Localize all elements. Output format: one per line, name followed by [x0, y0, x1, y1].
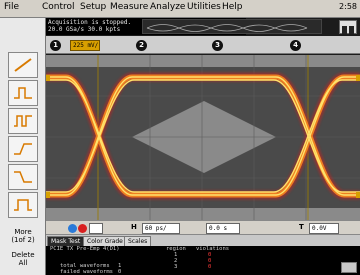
tab-scales[interactable]: Scales	[124, 236, 152, 246]
test-name: PCIE TX Pre-Emp 4(D1)	[50, 246, 120, 252]
timebase-field[interactable]: 60 ps/	[142, 223, 180, 234]
fall-time-icon	[14, 171, 32, 183]
mask-region-top	[46, 55, 360, 67]
period-icon	[14, 115, 32, 127]
rise-tool-button[interactable]	[8, 136, 38, 162]
tool-column: More (1of 2) Delete All	[0, 18, 46, 275]
more-label: More	[14, 228, 32, 236]
menu-analyze[interactable]: Analyze	[150, 2, 185, 12]
menu-setup[interactable]: Setup	[80, 2, 106, 12]
menu-file[interactable]: File	[4, 2, 19, 12]
failed-waveforms-label: failed waveforms	[60, 269, 113, 275]
tab-color-grade[interactable]: Color Grade	[83, 236, 127, 246]
acquire-indicator-red[interactable]	[78, 224, 87, 233]
clock-time: 2:58	[339, 2, 357, 11]
channel-1-button[interactable]: 1	[50, 40, 61, 51]
delete-label: Delete	[11, 251, 35, 259]
control-bar: H 60 ps/ 0.0 s T 0.0V	[46, 220, 360, 235]
status-line-2: 20.0 GSa/s 30.0 kpts	[48, 26, 121, 33]
delete-all-button[interactable]: Delete All	[6, 251, 40, 267]
expand-results-button[interactable]	[341, 262, 357, 273]
width-tool-button[interactable]	[8, 192, 38, 218]
marker-tool-button[interactable]	[8, 52, 38, 78]
pulse-tool-button[interactable]	[8, 80, 38, 106]
rise-time-icon	[14, 143, 32, 155]
channel-4-button[interactable]: 4	[290, 40, 301, 51]
pulse-icon	[14, 87, 32, 99]
pulse-width-icon	[14, 199, 32, 211]
menu-measure[interactable]: Measure	[110, 2, 148, 12]
trigger-level-field[interactable]: 0.0V	[309, 223, 339, 234]
menu-bar: File Control Setup Measure Analyze Utili…	[0, 0, 360, 18]
eye-diagram	[46, 55, 360, 220]
waveform-overview-strip[interactable]	[142, 19, 322, 34]
mask-test-results: PCIE TX Pre-Emp 4(D1) region violations …	[46, 246, 360, 275]
overview-wave-icon	[146, 24, 308, 32]
violations-3: 0	[208, 264, 212, 270]
grid-layout-icon	[342, 26, 354, 34]
channel-2-button[interactable]: 2	[136, 40, 147, 51]
more-button[interactable]: More (1of 2)	[6, 228, 40, 244]
menu-help[interactable]: Help	[222, 2, 243, 12]
period-tool-button[interactable]	[8, 108, 38, 134]
display-layout-button[interactable]	[339, 20, 357, 34]
region-3: 3	[174, 264, 178, 270]
more-sub-label: (1of 2)	[11, 236, 35, 244]
status-line-1: Acquisition is stopped.	[48, 19, 132, 26]
fall-tool-button[interactable]	[8, 164, 38, 190]
channel-1-scale[interactable]: 225 mV/	[70, 40, 100, 51]
channel-3-button[interactable]: 3	[212, 40, 223, 51]
diagonal-marker-icon	[14, 58, 32, 72]
results-tabs: Mask Test Color Grade Scales	[46, 235, 360, 246]
violations-header: violations	[196, 246, 230, 252]
waveform-display[interactable]	[46, 55, 360, 220]
delay-field[interactable]: 0.0 s	[206, 223, 240, 234]
menu-utilities[interactable]: Utilities	[187, 2, 221, 12]
tab-mask-test[interactable]: Mask Test	[47, 236, 85, 246]
delete-sub-label: All	[18, 259, 28, 267]
failed-waveforms-value: 0	[118, 269, 122, 275]
horizontal-label: H	[131, 223, 137, 231]
acquire-indicator-blue[interactable]	[68, 224, 77, 233]
menu-control[interactable]: Control	[42, 2, 75, 12]
mask-region-bottom	[46, 208, 360, 220]
single-acquire-button[interactable]	[89, 223, 103, 234]
trigger-label: T	[299, 223, 304, 231]
